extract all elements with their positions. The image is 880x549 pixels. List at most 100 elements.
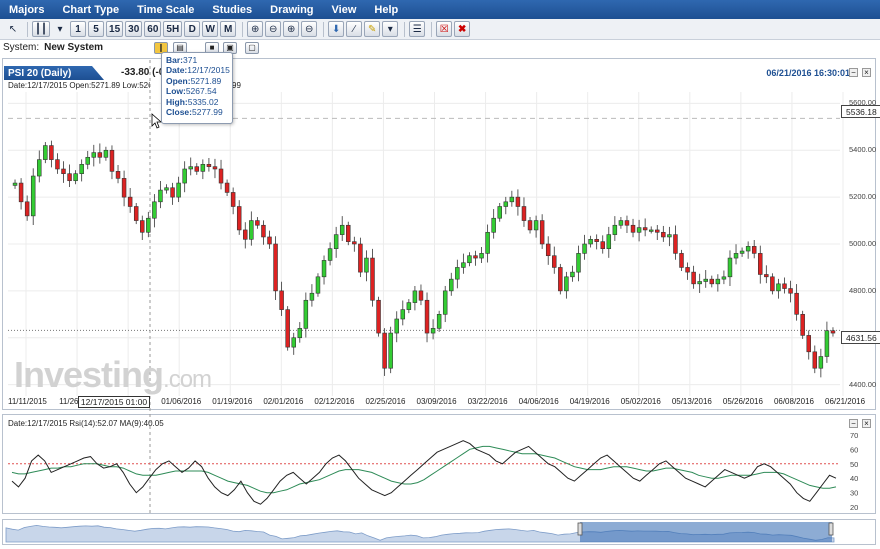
candle bbox=[24, 201, 30, 217]
candle bbox=[243, 229, 248, 240]
candle bbox=[558, 267, 563, 292]
candle bbox=[818, 356, 824, 369]
candle bbox=[291, 337, 296, 348]
candle bbox=[745, 246, 751, 252]
candle bbox=[709, 278, 715, 285]
navigator-selection bbox=[580, 522, 832, 542]
tooltip-low-row: Low:5267.54 bbox=[166, 86, 228, 96]
candle bbox=[830, 330, 836, 334]
candle bbox=[382, 332, 387, 369]
candle bbox=[255, 220, 260, 226]
candle bbox=[43, 145, 48, 160]
candle bbox=[370, 257, 375, 301]
x-tick-label: 06/21/2016 bbox=[825, 397, 866, 406]
x-tick-label: 05/26/2016 bbox=[722, 397, 763, 406]
candle bbox=[473, 255, 478, 259]
dashed-price-marker: 5536.18 bbox=[841, 105, 880, 118]
candle bbox=[739, 250, 745, 254]
candle bbox=[691, 271, 696, 285]
candle bbox=[364, 257, 369, 273]
candle bbox=[679, 253, 684, 268]
candle bbox=[176, 182, 181, 198]
rsi-y-tick-label: 70 bbox=[850, 431, 858, 440]
candle bbox=[309, 292, 315, 301]
y-tick-label: 4400.00 bbox=[849, 379, 877, 389]
candle bbox=[346, 224, 351, 242]
candle bbox=[133, 206, 139, 221]
candle bbox=[18, 182, 24, 203]
candle bbox=[230, 192, 236, 207]
tooltip-bar-row: Bar:371 bbox=[166, 55, 228, 65]
last-price-marker: 4631.56 bbox=[841, 331, 880, 344]
candle bbox=[776, 283, 781, 292]
x-tick-label: 05/02/2016 bbox=[620, 397, 661, 406]
candle bbox=[109, 149, 115, 172]
candle bbox=[194, 166, 200, 172]
rsi-line bbox=[11, 440, 837, 505]
candle bbox=[297, 328, 303, 339]
candle bbox=[412, 290, 418, 303]
candle bbox=[30, 175, 36, 217]
candle bbox=[794, 292, 799, 315]
candle bbox=[503, 201, 509, 207]
candle bbox=[812, 351, 818, 369]
candle bbox=[49, 145, 54, 160]
candle bbox=[630, 224, 636, 233]
rsi-y-tick-label: 20 bbox=[850, 503, 858, 512]
tooltip-key-high: High: bbox=[166, 96, 188, 107]
candle bbox=[388, 332, 393, 369]
candle bbox=[751, 246, 757, 254]
x-tick-label: 01/06/2016 bbox=[161, 397, 202, 406]
candle bbox=[606, 234, 612, 249]
candle bbox=[721, 276, 727, 280]
candle bbox=[333, 234, 339, 249]
candle bbox=[764, 274, 769, 278]
candle bbox=[582, 243, 587, 254]
candle bbox=[570, 271, 575, 278]
candle bbox=[279, 290, 284, 310]
candle bbox=[424, 299, 430, 334]
candle bbox=[394, 318, 399, 334]
candle bbox=[352, 241, 357, 245]
candle bbox=[224, 182, 230, 193]
x-tick-label: 01/19/2016 bbox=[212, 397, 253, 406]
rsi-y-tick-label: 30 bbox=[850, 489, 858, 498]
candle bbox=[376, 299, 381, 334]
x-tick-label: 02/01/2016 bbox=[263, 397, 304, 406]
candle bbox=[200, 164, 206, 172]
candle bbox=[485, 231, 490, 254]
mouse-cursor-icon bbox=[151, 113, 163, 129]
candle bbox=[327, 248, 333, 261]
y-tick-label: 4800.00 bbox=[849, 285, 877, 295]
price-chart[interactable]: 20 30 40 50 60 70 bbox=[0, 0, 880, 549]
candle bbox=[661, 231, 666, 238]
candle bbox=[552, 255, 557, 268]
tooltip-date-row: Date:12/17/2015 bbox=[166, 65, 230, 75]
candle bbox=[697, 281, 702, 285]
watermark-suffix: .com bbox=[163, 366, 212, 393]
candle bbox=[140, 220, 145, 233]
candle bbox=[564, 276, 569, 292]
candle bbox=[37, 159, 42, 177]
candle bbox=[824, 330, 830, 357]
candle bbox=[770, 276, 775, 292]
candle bbox=[55, 159, 60, 170]
candle bbox=[273, 243, 278, 292]
candle bbox=[642, 227, 648, 231]
candle bbox=[236, 206, 242, 231]
x-tick-label: 06/08/2016 bbox=[773, 397, 814, 406]
candle bbox=[442, 290, 448, 315]
candle bbox=[515, 196, 521, 207]
candle bbox=[61, 168, 66, 174]
candle bbox=[79, 164, 84, 174]
tooltip-open: 5271.89 bbox=[190, 75, 222, 86]
candle bbox=[624, 220, 630, 226]
x-tick-label: 04/06/2016 bbox=[518, 397, 559, 406]
candle bbox=[521, 206, 527, 221]
tooltip-high: 5335.02 bbox=[187, 96, 219, 107]
candle bbox=[212, 166, 218, 170]
candle bbox=[127, 196, 133, 207]
candle bbox=[261, 224, 266, 238]
candle bbox=[182, 168, 187, 184]
tooltip-low: 5267.54 bbox=[185, 86, 217, 97]
